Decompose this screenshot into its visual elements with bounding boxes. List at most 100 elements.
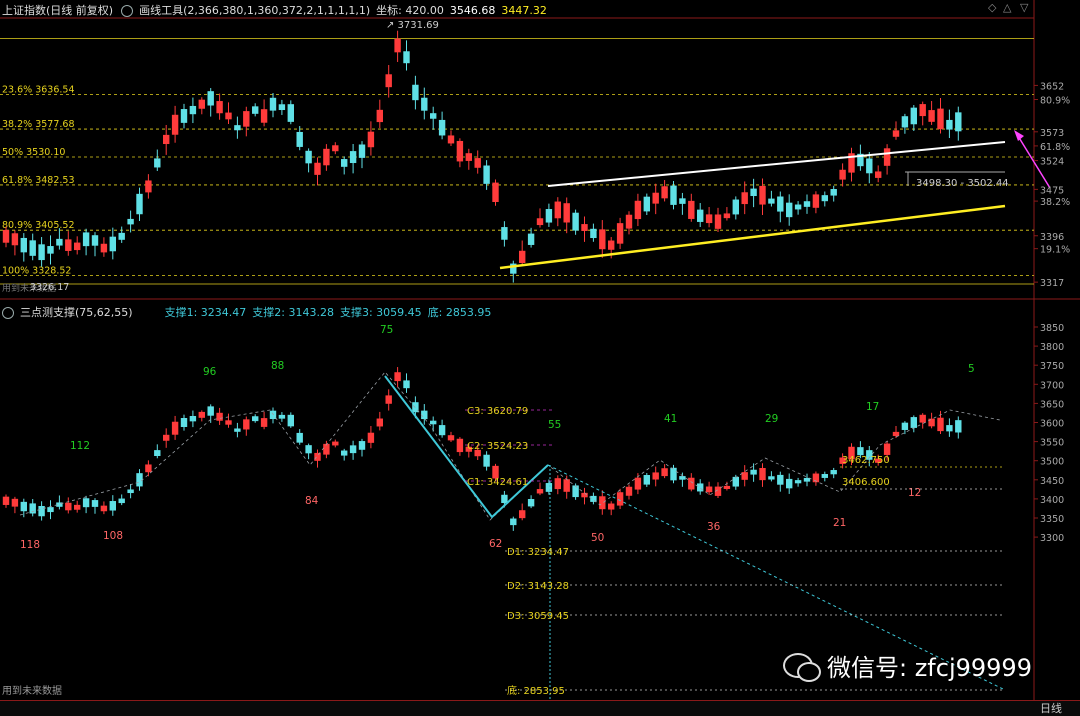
candle-body — [625, 214, 633, 229]
candle-body — [225, 420, 232, 425]
candle — [803, 194, 811, 214]
pink-arrowhead-icon — [1014, 130, 1024, 141]
candle-body — [260, 109, 268, 123]
candle — [207, 88, 214, 117]
candle-body — [794, 480, 802, 484]
candle-body — [332, 441, 339, 446]
candle — [136, 187, 143, 221]
candle — [216, 93, 223, 120]
candle-body — [2, 496, 10, 505]
candle — [296, 126, 303, 151]
support-3: 支撑3: 3059.45 — [339, 306, 422, 319]
candle-body — [465, 153, 472, 161]
chevron-down-icon[interactable]: ▽ — [1020, 1, 1028, 14]
candle-body — [892, 130, 900, 137]
candle-body — [608, 240, 615, 250]
candle-body — [892, 431, 900, 437]
swing-count-label: 88 — [271, 360, 284, 372]
candle — [705, 207, 713, 228]
candle-body — [47, 246, 54, 254]
candle-body — [118, 232, 125, 240]
candle — [527, 227, 535, 248]
candle — [198, 410, 205, 422]
candle — [82, 495, 90, 514]
settings-gear-icon[interactable] — [121, 5, 134, 17]
candle-body — [305, 445, 312, 454]
candle — [465, 148, 472, 170]
candle — [65, 231, 72, 256]
candle — [47, 235, 54, 265]
candle-body — [750, 188, 757, 197]
candle-body — [11, 233, 19, 246]
candle-body — [625, 486, 633, 496]
candle-body — [287, 104, 294, 122]
candle-body — [501, 227, 508, 240]
period-tab[interactable]: 日线 — [1040, 700, 1062, 716]
candle-body — [349, 445, 357, 454]
candle-body — [243, 419, 250, 430]
candle — [367, 121, 375, 156]
candle-body — [599, 229, 606, 250]
candle — [723, 207, 731, 221]
coordinate-label: 坐标: 420.00 — [376, 4, 444, 17]
candle — [189, 410, 197, 428]
candle-body — [180, 418, 188, 427]
candle — [260, 411, 268, 430]
candle-body — [928, 418, 935, 427]
coordinate-y-value: 3546.68 — [449, 3, 496, 17]
candle-body — [456, 438, 464, 453]
indicator-name[interactable]: 三点测支撑(75,62,55) — [20, 304, 133, 320]
diamond-icon[interactable]: ◇ — [988, 1, 996, 14]
candle-body — [803, 477, 811, 482]
candle — [269, 92, 277, 118]
y-axis-label: 3317 — [1040, 278, 1064, 289]
candle — [501, 221, 508, 247]
candle-body — [100, 505, 108, 512]
candle — [750, 178, 757, 208]
candle-body — [616, 492, 624, 506]
candle — [456, 138, 464, 168]
y-axis-label: 3700 — [1040, 380, 1064, 391]
y-axis-label: 3350 — [1040, 514, 1064, 525]
candle-body — [403, 380, 410, 389]
candle-body — [225, 112, 232, 120]
candle-body — [572, 485, 579, 498]
candle-body — [857, 447, 864, 456]
candle-body — [519, 510, 526, 519]
candle-body — [670, 185, 677, 205]
candle — [830, 185, 837, 202]
swing-count-label: 112 — [70, 440, 90, 452]
candle — [180, 103, 188, 129]
candle — [714, 482, 722, 498]
candle — [65, 497, 72, 514]
index-name[interactable]: 上证指数(日线 前复权) — [2, 2, 113, 18]
candle-body — [109, 501, 116, 511]
wechat-watermark: 微信号: zfcj99999 — [783, 648, 1032, 683]
candle-body — [821, 195, 828, 202]
candle — [599, 220, 606, 258]
chart-stage[interactable]: 23.6% 3636.54 38.2% 3577.68 50% 3530.10 61.… — [0, 0, 1080, 715]
candle — [901, 421, 909, 435]
candle — [145, 460, 152, 477]
candle-body — [358, 144, 366, 158]
candle — [919, 413, 926, 429]
candle — [519, 503, 526, 521]
candle — [438, 419, 446, 438]
candle — [928, 100, 935, 125]
candle-body — [919, 414, 926, 423]
candle-body — [723, 213, 731, 219]
candle-body — [883, 443, 891, 455]
candle — [323, 144, 330, 171]
candle-body — [937, 108, 944, 130]
candle-body — [216, 412, 223, 421]
swing-count-label: 55 — [548, 419, 561, 431]
candle — [483, 451, 490, 471]
candle-body — [777, 474, 784, 485]
candle — [759, 178, 766, 215]
chevron-up-icon[interactable]: △ — [1003, 1, 1011, 14]
candle-body — [697, 209, 704, 222]
indicator-gear-icon[interactable] — [2, 307, 14, 319]
candle-body — [830, 470, 837, 475]
candle — [296, 429, 303, 445]
kline-canvas[interactable]: 23.6% 3636.54 38.2% 3577.68 50% 3530.10 61.… — [0, 0, 1080, 715]
